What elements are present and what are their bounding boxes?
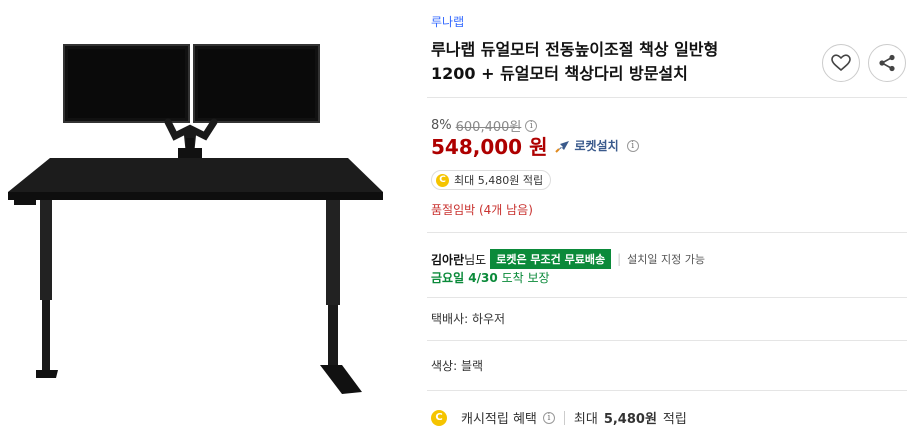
- arrival-date: 금요일 4/30: [431, 271, 498, 285]
- separator: |: [617, 252, 622, 266]
- color-option: 색상: 블랙: [431, 359, 484, 373]
- product-title-line2: 1200 + 듀얼모터 책상다리 방문설치: [431, 64, 688, 83]
- shipping-row: 김아란 님도 로켓은 무조건 무료배송 | 설치일 지정 가능: [431, 249, 705, 269]
- divider: [427, 232, 907, 233]
- divider: [427, 297, 907, 298]
- info-icon[interactable]: i: [525, 119, 538, 132]
- rocket-install-badge: 로켓설치: [555, 137, 619, 154]
- courier-info: 택배사: 하우저: [431, 312, 506, 326]
- arrival-suffix: 도착 보장: [501, 271, 550, 285]
- product-title-line1: 루나랩 듀얼모터 전동높이조절 책상 일반형: [431, 40, 719, 59]
- product-image[interactable]: [0, 0, 410, 438]
- rocket-info-icon[interactable]: i: [626, 139, 639, 152]
- price-row: 548,000 원 로켓설치 i: [431, 131, 639, 160]
- divider: [427, 97, 907, 98]
- desk-illustration: [8, 44, 383, 394]
- separator: [563, 410, 565, 425]
- coin-icon: C: [436, 173, 449, 187]
- stock-warning: 품절임박 (4개 남음): [431, 203, 533, 217]
- wishlist-button[interactable]: [822, 44, 860, 82]
- member-suffix: 님도: [464, 252, 487, 267]
- free-shipping-badge: 로켓은 무조건 무료배송: [490, 249, 612, 269]
- heart-icon: [831, 54, 851, 72]
- rocket-icon: [555, 140, 570, 153]
- sale-price-value: 548,000: [431, 135, 523, 159]
- reward-label: 최대 5,480원 적립: [454, 174, 544, 187]
- arrival-guarantee: 금요일 4/30 도착 보장: [431, 269, 550, 286]
- install-date-note: 설치일 지정 가능: [627, 253, 705, 266]
- share-button[interactable]: [868, 44, 906, 82]
- cashback-amount-prefix: 최대: [573, 412, 598, 427]
- sale-price: 548,000 원: [431, 131, 547, 160]
- member-name: 김아란: [431, 252, 465, 267]
- divider: [427, 390, 907, 391]
- cashback-label: 캐시적립 혜택: [461, 412, 537, 427]
- cashback-amount-suffix: 적립: [662, 412, 687, 427]
- share-icon: [879, 54, 895, 72]
- cashback-coin-icon: C: [431, 409, 447, 426]
- sale-price-currency: 원: [529, 135, 548, 159]
- cashback-amount: 5,480원: [603, 412, 657, 427]
- product-title: 루나랩 듀얼모터 전동높이조절 책상 일반형 1200 + 듀얼모터 책상다리 …: [431, 38, 811, 86]
- cashback-row: C 캐시적립 혜택 i 최대 5,480원 적립: [431, 408, 687, 427]
- reward-pill: C 최대 5,480원 적립: [431, 170, 552, 190]
- product-info-panel: 루나랩 루나랩 듀얼모터 전동높이조절 책상 일반형 1200 + 듀얼모터 책…: [427, 0, 907, 438]
- divider: [427, 340, 907, 341]
- rocket-install-label: 로켓설치: [574, 139, 619, 153]
- brand-link[interactable]: 루나랩: [431, 13, 464, 30]
- cashback-info-icon[interactable]: i: [542, 411, 555, 424]
